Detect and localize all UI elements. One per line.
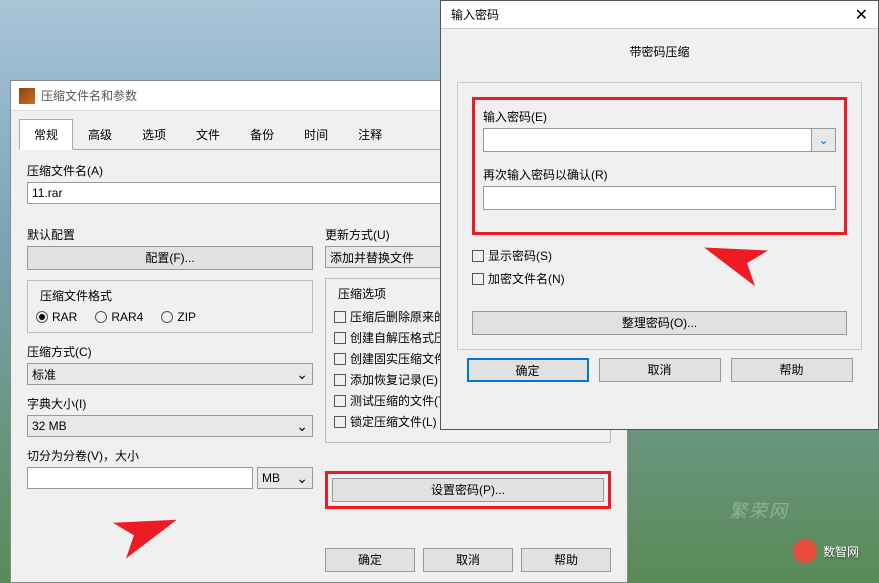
password-dialog: 输入密码 ✕ 带密码压缩 输入密码(E) ⌄ 再次输入密码以确认(R) bbox=[440, 0, 879, 430]
window-title: 压缩文件名和参数 bbox=[41, 87, 137, 104]
password-input[interactable] bbox=[483, 128, 812, 152]
confirm-password-label: 再次输入密码以确认(R) bbox=[483, 166, 836, 183]
watermark: 数智网 bbox=[793, 539, 859, 563]
app-icon bbox=[19, 88, 35, 104]
pwd-ok-button[interactable]: 确定 bbox=[467, 358, 589, 382]
tab-general[interactable]: 常规 bbox=[19, 119, 73, 150]
tab-advanced[interactable]: 高级 bbox=[73, 119, 127, 149]
password-dropdown-icon[interactable]: ⌄ bbox=[812, 128, 836, 152]
pwd-help-button[interactable]: 帮助 bbox=[731, 358, 853, 382]
split-label: 切分为分卷(V)，大小 bbox=[27, 447, 313, 464]
format-zip[interactable]: ZIP bbox=[161, 310, 196, 324]
tab-backup[interactable]: 备份 bbox=[235, 119, 289, 149]
options-label: 压缩选项 bbox=[334, 285, 390, 302]
show-password-check[interactable]: 显示密码(S) bbox=[472, 247, 847, 264]
format-label: 压缩文件格式 bbox=[36, 287, 116, 304]
help-button[interactable]: 帮助 bbox=[521, 548, 611, 572]
tab-comment[interactable]: 注释 bbox=[343, 119, 397, 149]
format-rar4[interactable]: RAR4 bbox=[95, 310, 143, 324]
close-icon[interactable]: ✕ bbox=[855, 5, 868, 25]
enter-password-label: 输入密码(E) bbox=[483, 108, 836, 125]
tab-options[interactable]: 选项 bbox=[127, 119, 181, 149]
dict-label: 字典大小(I) bbox=[27, 395, 313, 412]
tab-files[interactable]: 文件 bbox=[181, 119, 235, 149]
pwd-subtitle: 带密码压缩 bbox=[441, 29, 878, 74]
ok-button[interactable]: 确定 bbox=[325, 548, 415, 572]
set-password-button[interactable]: 设置密码(P)... bbox=[332, 478, 604, 502]
encrypt-names-check[interactable]: 加密文件名(N) bbox=[472, 270, 847, 287]
cancel-button[interactable]: 取消 bbox=[423, 548, 513, 572]
split-size-input[interactable] bbox=[27, 467, 253, 489]
dict-select[interactable]: 32 MB bbox=[27, 415, 313, 437]
confirm-password-input[interactable] bbox=[483, 186, 836, 210]
format-rar[interactable]: RAR bbox=[36, 310, 77, 324]
organize-passwords-button[interactable]: 整理密码(O)... bbox=[472, 311, 847, 335]
pwd-cancel-button[interactable]: 取消 bbox=[599, 358, 721, 382]
method-select[interactable]: 标准 bbox=[27, 363, 313, 385]
watermark-text: 繁荣网 bbox=[729, 497, 789, 523]
method-label: 压缩方式(C) bbox=[27, 343, 313, 360]
split-unit-select[interactable]: MB bbox=[257, 467, 313, 489]
config-button[interactable]: 配置(F)... bbox=[27, 246, 313, 270]
watermark-logo-icon bbox=[793, 539, 817, 563]
default-config-label: 默认配置 bbox=[27, 226, 313, 243]
tab-time[interactable]: 时间 bbox=[289, 119, 343, 149]
pwd-title: 输入密码 bbox=[451, 6, 499, 23]
